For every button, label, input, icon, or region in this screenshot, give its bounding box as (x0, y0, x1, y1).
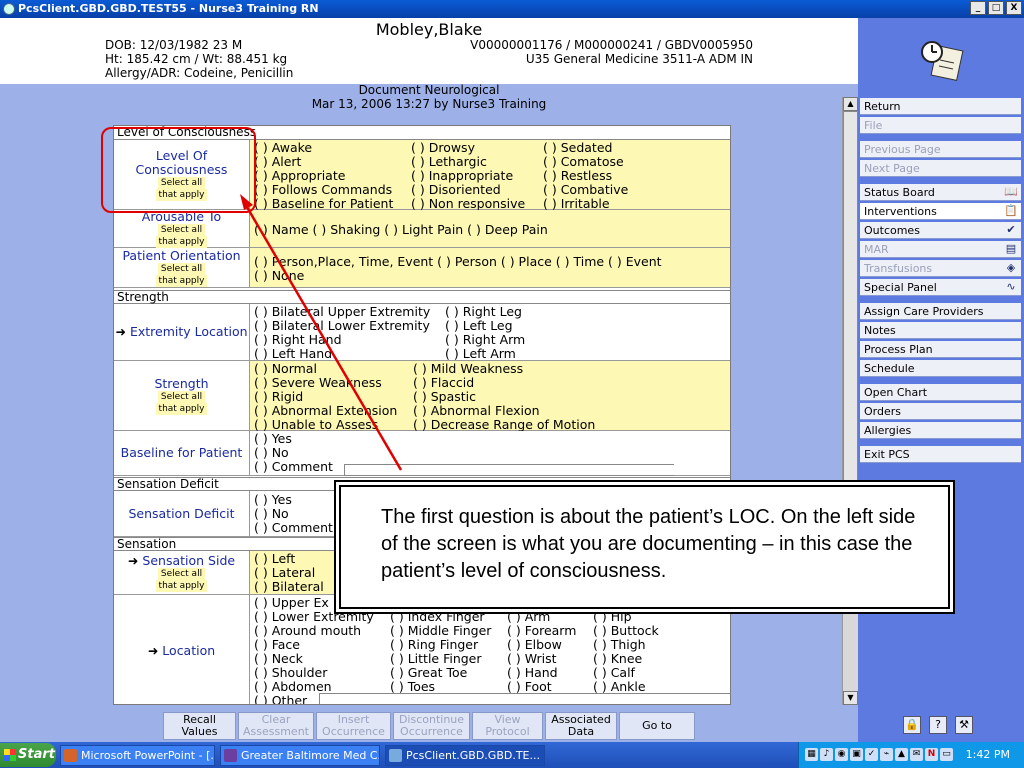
windows-logo-icon (4, 749, 16, 761)
tray-icon[interactable]: ⌁ (880, 748, 893, 761)
tray-icon[interactable]: ▲ (895, 748, 908, 761)
callout-text: The first question is about the patient’… (381, 506, 916, 582)
tray-icon[interactable]: ✉ (910, 748, 923, 761)
tutorial-callout: The first question is about the patient’… (339, 485, 950, 609)
start-button[interactable]: Start (0, 743, 56, 767)
tray-icon[interactable]: ▦ (805, 748, 818, 761)
system-tray: ▦ ♪ ◉ ▣ ✓ ⌁ ▲ ✉ N ▭ 1:42 PM (798, 742, 1024, 768)
annotation-arrow (240, 194, 403, 471)
powerpoint-icon (64, 749, 77, 762)
taskbar-item-browser[interactable]: Greater Baltimore Med C... (220, 745, 380, 766)
pcsclient-icon (389, 749, 402, 762)
taskbar-item-powerpoint[interactable]: Microsoft PowerPoint - [... (60, 745, 215, 766)
taskbar-item-pcsclient[interactable]: PcsClient.GBD.GBD.TE... (385, 745, 545, 766)
tray-icon[interactable]: ▭ (940, 748, 953, 761)
tray-icon[interactable]: ▣ (850, 748, 863, 761)
browser-icon (224, 749, 237, 762)
taskbar: Start Microsoft PowerPoint - [... Greate… (0, 742, 1024, 768)
tray-icon[interactable]: N (925, 748, 938, 761)
tray-icon[interactable]: ◉ (835, 748, 848, 761)
tray-icon[interactable]: ♪ (820, 748, 833, 761)
taskbar-clock: 1:42 PM (965, 748, 1010, 761)
highlight-ring (101, 127, 256, 213)
tray-icon[interactable]: ✓ (865, 748, 878, 761)
